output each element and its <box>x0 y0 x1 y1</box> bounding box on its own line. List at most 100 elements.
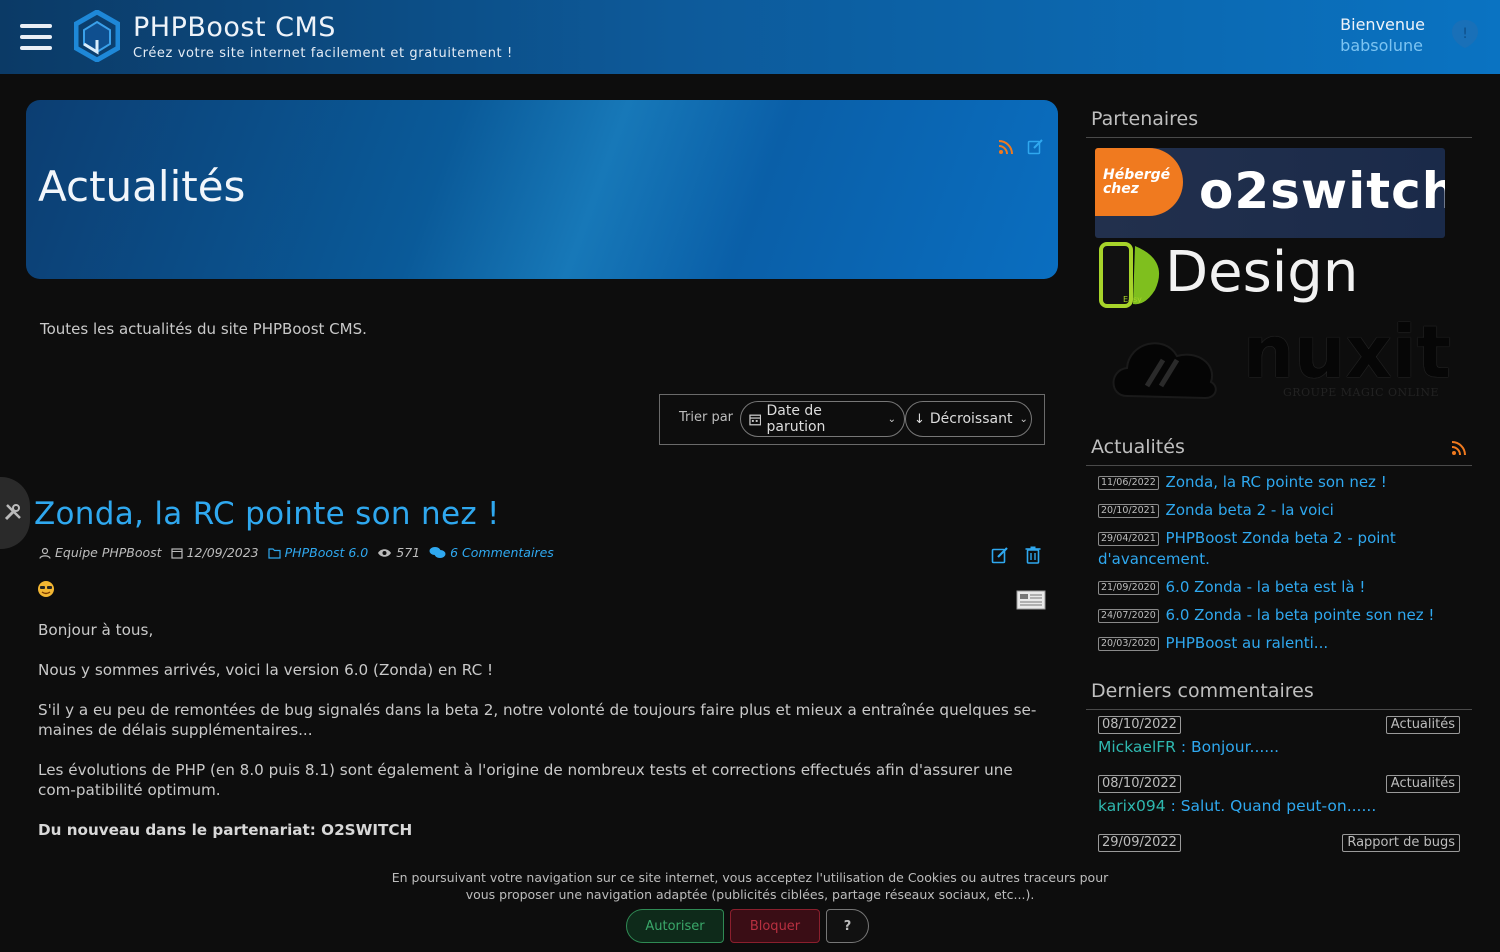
sort-controls: Trier par Date de parution ⌄ ↓ Décroissa… <box>659 394 1045 445</box>
cookie-message-line: vous proposer une navigation adaptée (pu… <box>465 887 1035 902</box>
nuxit-cloud-icon <box>1112 342 1217 400</box>
partner-nuxit[interactable]: nuxit GROUPE MAGIC ONLINE <box>1095 310 1455 406</box>
divider <box>1086 709 1472 710</box>
banner-actions <box>998 138 1044 155</box>
user-welcome[interactable]: Bienvenue babsolune <box>1340 15 1425 55</box>
comment-date: 08/10/2022 <box>1098 716 1181 734</box>
sort-order-value: Décroissant <box>929 411 1013 427</box>
comments-title: Derniers commentaires <box>1091 680 1314 702</box>
article-date: 12/09/2023 <box>170 545 259 560</box>
news-date: 20/03/2020 <box>1098 637 1159 651</box>
arrow-down-icon: ↓ <box>914 411 925 427</box>
comment-link[interactable]: MickaelFR : Bonjour...... <box>1098 738 1279 756</box>
article-comments-count: 6 Commentaires <box>450 545 554 560</box>
article-subheading: Du nouveau dans le partenariat: O2SWITCH <box>38 821 413 839</box>
svg-text:!: ! <box>1462 26 1468 42</box>
sort-field-value: Date de parution <box>766 403 826 435</box>
site-tagline: Créez votre site internet facilement et … <box>133 46 513 61</box>
news-date: 11/06/2022 <box>1098 476 1159 490</box>
news-item[interactable]: 24/07/2020 6.0 Zonda - la beta pointe so… <box>1098 605 1468 626</box>
article-paragraph: S'il y a eu peu de remontées de bug sign… <box>38 701 1037 739</box>
partner-name: Design <box>1165 240 1359 305</box>
comment-category[interactable]: Actualités <box>1385 716 1460 734</box>
page-description: Toutes les actualités du site PHPBoost C… <box>40 320 367 338</box>
comment-category[interactable]: Rapport de bugs <box>1342 834 1460 852</box>
comment-date: 08/10/2022 <box>1098 775 1181 793</box>
site-title[interactable]: PHPBoost CMS <box>133 12 336 43</box>
news-date: 29/04/2021 <box>1098 532 1159 546</box>
comment-text: : Bonjour...... <box>1175 738 1280 756</box>
sort-order-select[interactable]: ↓ Décroissant ⌄ <box>905 401 1032 437</box>
calendar-icon <box>749 414 762 425</box>
partner-name: nuxit <box>1243 310 1452 394</box>
comments-icon <box>429 547 446 558</box>
news-date: 24/07/2020 <box>1098 609 1159 623</box>
article-views-count: 571 <box>396 545 421 560</box>
cookie-message: En poursuivant votre navigation sur ce s… <box>0 869 1500 903</box>
partner-easydesign[interactable]: Easy Design <box>1095 240 1359 310</box>
article-paragraph: Bonjour à tous, <box>38 621 154 639</box>
news-link[interactable]: Zonda, la RC pointe son nez ! <box>1166 473 1387 491</box>
top-bar: PHPBoost CMS Créez votre site internet f… <box>0 0 1500 74</box>
phpboost-logo-icon[interactable] <box>74 10 120 62</box>
article-author[interactable]: Equipe PHPBoost <box>39 545 162 560</box>
comment-category[interactable]: Actualités <box>1385 775 1460 793</box>
news-date: 20/10/2021 <box>1098 504 1159 518</box>
chevron-down-icon: ⌄ <box>1019 413 1028 425</box>
edit-icon[interactable] <box>991 546 1009 564</box>
article-category[interactable]: PHPBoost 6.0 <box>268 545 368 560</box>
comment-user: MickaelFR <box>1098 738 1176 756</box>
trash-icon[interactable] <box>1025 546 1041 564</box>
article-title[interactable]: Zonda, la RC pointe son nez ! <box>34 496 500 532</box>
cookie-banner: En poursuivant votre navigation sur ce s… <box>0 855 1500 952</box>
partner-o2switch[interactable]: Hébergé chez o2switch <box>1095 148 1445 238</box>
comment-item[interactable]: 08/10/2022 Actualités MickaelFR : Bonjou… <box>1098 716 1460 775</box>
article-paragraph: Les évolutions de PHP (en 8.0 puis 8.1) … <box>38 761 1013 799</box>
news-item[interactable]: 20/10/2021 Zonda beta 2 - la voici <box>1098 500 1468 521</box>
rss-icon[interactable] <box>1451 439 1468 456</box>
divider <box>1086 465 1472 466</box>
comment-item[interactable]: 08/10/2022 Actualités karix094 : Salut. … <box>1098 775 1460 834</box>
article-paragraph: Nous y sommes arrivés, voici la version … <box>38 661 494 679</box>
cookie-refuse-button[interactable]: Bloquer <box>730 909 820 943</box>
page-title: Actualités <box>38 162 246 211</box>
rss-icon[interactable] <box>998 138 1015 155</box>
cookie-accept-button[interactable]: Autoriser <box>626 909 724 943</box>
easydesign-logo-icon: Easy <box>1099 242 1160 308</box>
admin-tools-tab[interactable] <box>0 477 30 549</box>
user-icon <box>39 547 51 559</box>
eye-icon <box>378 548 392 557</box>
news-link[interactable]: 6.0 Zonda - la beta est là ! <box>1166 578 1366 596</box>
edit-icon[interactable] <box>1027 138 1044 155</box>
partner-subtitle: GROUPE MAGIC ONLINE <box>1283 386 1439 399</box>
sort-label: Trier par <box>679 410 734 425</box>
comment-user: karix094 <box>1098 797 1166 815</box>
news-item[interactable]: 11/06/2022 Zonda, la RC pointe son nez ! <box>1098 472 1468 493</box>
partner-name: o2switch <box>1199 162 1445 220</box>
sort-field-select[interactable]: Date de parution ⌄ <box>740 401 905 437</box>
calendar-icon <box>170 547 183 559</box>
divider <box>1086 137 1472 138</box>
news-link[interactable]: 6.0 Zonda - la beta pointe son nez ! <box>1166 606 1435 624</box>
partner-badge: Hébergé chez <box>1095 148 1183 216</box>
comment-link[interactable]: karix094 : Salut. Quand peut-on...... <box>1098 797 1376 815</box>
comment-date: 29/09/2022 <box>1098 834 1181 852</box>
user-avatar-icon[interactable]: ! <box>1450 18 1480 50</box>
username[interactable]: babsolune <box>1340 36 1425 55</box>
news-item[interactable]: 29/04/2021 PHPBoost Zonda beta 2 - point… <box>1098 528 1468 570</box>
menu-icon[interactable] <box>20 24 52 50</box>
news-title: Actualités <box>1091 436 1185 458</box>
news-list: 11/06/2022 Zonda, la RC pointe son nez !… <box>1098 472 1468 661</box>
news-item[interactable]: 21/09/2020 6.0 Zonda - la beta est là ! <box>1098 577 1468 598</box>
article-comments-link[interactable]: 6 Commentaires <box>429 545 554 560</box>
chevron-down-icon: ⌄ <box>887 413 896 425</box>
news-link[interactable]: Zonda beta 2 - la voici <box>1166 501 1334 519</box>
partner-badge: Easy <box>1123 295 1142 304</box>
news-link[interactable]: PHPBoost au ralenti... <box>1166 634 1329 652</box>
news-item[interactable]: 20/03/2020 PHPBoost au ralenti... <box>1098 633 1468 654</box>
partners-title: Partenaires <box>1091 108 1199 130</box>
cookie-help-button[interactable]: ? <box>826 909 869 943</box>
cool-emoji-icon <box>38 581 54 597</box>
news-date: 21/09/2020 <box>1098 581 1159 595</box>
page-banner: Actualités <box>26 100 1058 279</box>
